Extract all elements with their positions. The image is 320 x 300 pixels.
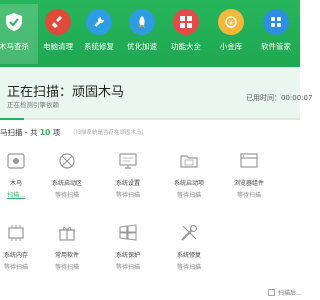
scan-item-name: 系统设置 <box>115 180 140 187</box>
scan-item-system-protection[interactable]: 系统保护 等待扫描 <box>102 222 154 282</box>
memory-icon <box>5 222 27 244</box>
boot-icon <box>56 150 78 172</box>
scan-item-name: 常用软件 <box>54 252 79 259</box>
scan-progress-fill <box>0 118 24 120</box>
scan-item-startup[interactable]: 系统启动项 等待扫描 <box>163 150 215 210</box>
tools-icon <box>178 222 200 244</box>
grid-icon <box>173 9 199 35</box>
nav-system-repair[interactable]: 系统修复 <box>77 9 121 59</box>
section-title-suffix: 项 <box>50 128 61 137</box>
scan-item-name: 系统启动区 <box>51 180 82 187</box>
wrench-icon <box>86 9 112 35</box>
section-header: 马扫描 - 共 10 项 （扫描系统是否存在顽固木马） <box>0 124 300 142</box>
scan-subtitle: 正在检测引擎依赖 <box>7 101 59 109</box>
rocket-icon <box>129 9 155 35</box>
startup-folder-icon <box>178 150 200 172</box>
scan-item-status: 等待扫描 <box>176 192 201 199</box>
auto-action-option[interactable]: 扫描后... <box>268 288 302 297</box>
scan-item-status: 等待扫描 <box>54 192 79 199</box>
top-navigation: 木马查杀 电脑清理 系统修复 优化加速 功能大全 ¥ 小金库 软件管家 <box>0 0 300 67</box>
scan-item-name: 浏览器组件 <box>233 180 264 187</box>
scan-item-status: 等待扫描 <box>54 264 79 271</box>
windows-icon <box>117 222 139 244</box>
scan-item-name: 系统保护 <box>115 252 140 259</box>
scan-item-browser[interactable]: 浏览器组件 等待扫描 <box>223 150 275 210</box>
section-count: 10 <box>39 128 51 137</box>
browser-icon <box>238 150 260 172</box>
scan-item-name: 系统修复 <box>176 252 201 259</box>
trojan-icon <box>5 150 27 172</box>
scan-item-trojan[interactable]: 木马 扫描... <box>0 150 42 210</box>
scan-item-boot-area[interactable]: 系统启动区 等待扫描 <box>41 150 93 210</box>
scan-items-grid: 木马 扫描... 系统启动区 等待扫描 系统设置 等待扫描 系统启动项 等待扫描… <box>0 150 300 280</box>
nav-cleanup[interactable]: 电脑清理 <box>36 9 80 59</box>
section-title: 马扫描 - 共 10 项 <box>0 127 60 138</box>
nav-features[interactable]: 功能大全 <box>164 9 208 59</box>
shield-icon <box>1 9 27 35</box>
scan-item-status: 等待扫描 <box>236 192 261 199</box>
scan-item-system-repair[interactable]: 系统修复 等待扫描 <box>163 222 215 282</box>
monitor-icon <box>117 150 139 172</box>
scan-item-name: 系统启动项 <box>173 180 204 187</box>
elapsed-time: 已用时间：00:00:07 <box>246 94 313 102</box>
nav-virus-scan[interactable]: 木马查杀 <box>0 4 38 64</box>
broom-icon <box>45 9 71 35</box>
scan-progress-bar <box>0 118 300 120</box>
auto-action-label: 扫描后... <box>278 290 302 297</box>
scan-item-name: 系统内存 <box>3 252 28 259</box>
scan-item-system-settings[interactable]: 系统设置 等待扫描 <box>102 150 154 210</box>
scan-item-common-software[interactable]: 常用软件 等待扫描 <box>41 222 93 282</box>
svg-text:¥: ¥ <box>229 19 234 27</box>
scan-item-status: 等待扫描 <box>176 264 201 271</box>
scan-item-memory[interactable]: 系统内存 等待扫描 <box>0 222 42 282</box>
auto-action-checkbox[interactable] <box>268 289 275 296</box>
section-note: （扫描系统是否存在顽固木马） <box>70 130 148 136</box>
scan-item-status: 扫描... <box>7 192 25 199</box>
nav-treasury[interactable]: ¥ 小金库 <box>209 9 253 59</box>
coin-icon: ¥ <box>218 9 244 35</box>
scan-status-panel: 正在扫描：顽固木马 正在检测引擎依赖 已用时间：00:00:07 <box>0 67 312 120</box>
scan-item-status: 等待扫描 <box>3 264 28 271</box>
nav-speedup[interactable]: 优化加速 <box>120 9 164 59</box>
scan-item-name: 木马 <box>9 180 22 187</box>
scan-item-status: 等待扫描 <box>115 192 140 199</box>
section-title-prefix: 马扫描 - 共 <box>0 128 40 137</box>
nav-software-manager[interactable]: 软件管家 <box>254 9 298 59</box>
scan-title: 正在扫描：顽固木马 <box>7 85 125 100</box>
scan-item-status: 等待扫描 <box>115 264 140 271</box>
apps-icon <box>263 9 289 35</box>
gift-icon <box>56 222 78 244</box>
